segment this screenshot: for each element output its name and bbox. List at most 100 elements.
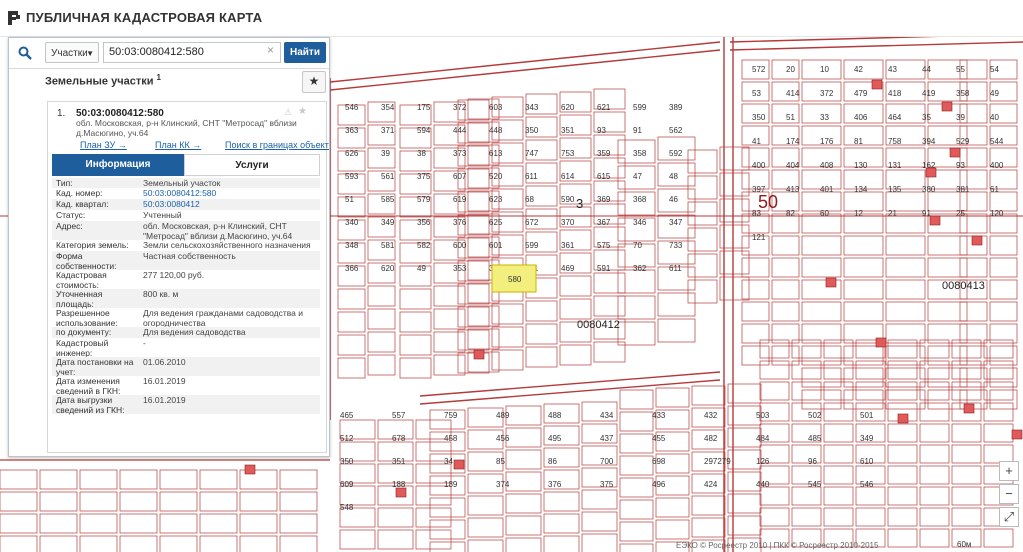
- parcel-label[interactable]: 433: [652, 411, 666, 420]
- parcel-label[interactable]: 593: [345, 172, 359, 181]
- parcel-label[interactable]: 359: [597, 149, 611, 158]
- parcel-label[interactable]: 82: [786, 209, 795, 218]
- parcel-label[interactable]: 380: [922, 185, 936, 194]
- parcel-label[interactable]: 348: [345, 241, 359, 250]
- parcel-label[interactable]: 575: [597, 241, 611, 250]
- parcel-label[interactable]: 34: [444, 457, 453, 466]
- attribute-value[interactable]: 50:03:0080412: [143, 199, 319, 210]
- parcel-label[interactable]: 759: [444, 411, 458, 420]
- parcel-label[interactable]: 485: [808, 434, 822, 443]
- parcel-label[interactable]: 370: [561, 218, 575, 227]
- parcel-label[interactable]: 594: [417, 126, 431, 135]
- parcel-label[interactable]: 375: [417, 172, 431, 181]
- parcel-label[interactable]: 503: [756, 411, 770, 420]
- parcel-label[interactable]: 561: [381, 172, 395, 181]
- parcel-label[interactable]: 70: [633, 241, 642, 250]
- parcel-label[interactable]: 758: [888, 137, 902, 146]
- parcel-label[interactable]: 346: [633, 218, 647, 227]
- parcel-label[interactable]: 603: [489, 103, 503, 112]
- parcel-label[interactable]: 46: [669, 195, 678, 204]
- parcel-label[interactable]: 375: [600, 480, 614, 489]
- parcel-label[interactable]: 93: [956, 161, 965, 170]
- parcel-label[interactable]: 121: [752, 233, 766, 242]
- tab-services[interactable]: Услуги: [184, 154, 320, 176]
- parcel-label[interactable]: 68: [525, 195, 534, 204]
- parcel-label[interactable]: 134: [854, 185, 868, 194]
- parcel-label[interactable]: 40: [990, 113, 999, 122]
- parcel-label[interactable]: 545: [808, 480, 822, 489]
- parcel-label[interactable]: 49: [417, 264, 426, 273]
- zoom-in-button[interactable]: +: [999, 461, 1019, 481]
- parcel-label[interactable]: 590: [561, 195, 575, 204]
- parcel-label[interactable]: 376: [453, 218, 467, 227]
- parcel-label[interactable]: 400: [990, 161, 1004, 170]
- parcel-label[interactable]: 479: [854, 89, 868, 98]
- parcel-label[interactable]: 613: [489, 149, 503, 158]
- parcel-label[interactable]: 733: [669, 241, 683, 250]
- parcel-label[interactable]: 419: [922, 89, 936, 98]
- parcel-label[interactable]: 502: [808, 411, 822, 420]
- parcel-label[interactable]: 371: [381, 126, 395, 135]
- parcel-label[interactable]: 354: [381, 103, 395, 112]
- parcel-label[interactable]: 361: [561, 241, 575, 250]
- parcel-label[interactable]: 544: [990, 137, 1004, 146]
- parcel-label[interactable]: 189: [444, 480, 458, 489]
- parcel-label[interactable]: 562: [669, 126, 683, 135]
- parcel-label[interactable]: 469: [561, 264, 575, 273]
- parcel-label[interactable]: 93: [597, 126, 606, 135]
- parcel-label[interactable]: 700: [600, 457, 614, 466]
- parcel-label[interactable]: 162: [922, 161, 936, 170]
- parcel-label[interactable]: 85: [496, 457, 505, 466]
- parcel-label[interactable]: 401: [820, 185, 834, 194]
- parcel-label[interactable]: 546: [860, 480, 874, 489]
- parcel-label[interactable]: 512: [340, 434, 354, 443]
- parcel-label[interactable]: 615: [597, 172, 611, 181]
- parcel-label[interactable]: 343: [525, 103, 539, 112]
- parcel-label[interactable]: 607: [453, 172, 467, 181]
- parcel-label[interactable]: 548: [340, 503, 354, 512]
- parcel-label[interactable]: 585: [381, 195, 395, 204]
- parcel-label[interactable]: 444: [453, 126, 467, 135]
- parcel-label[interactable]: 367: [597, 218, 611, 227]
- parcel-label[interactable]: 579: [417, 195, 431, 204]
- parcel-label[interactable]: 488: [548, 411, 562, 420]
- plan-kk-link[interactable]: План КК →: [155, 140, 201, 150]
- parcel-label[interactable]: 49: [990, 89, 999, 98]
- parcel-label[interactable]: 126: [756, 457, 770, 466]
- parcel-label[interactable]: 611: [669, 264, 682, 273]
- parcel-label[interactable]: 581: [381, 241, 395, 250]
- parcel-label[interactable]: 389: [669, 103, 683, 112]
- parcel-label[interactable]: 39: [381, 149, 390, 158]
- parcel-label[interactable]: 20: [786, 65, 795, 74]
- parcel-label[interactable]: 120: [990, 209, 1004, 218]
- parcel-label[interactable]: 81: [854, 137, 863, 146]
- parcel-label[interactable]: 408: [820, 161, 834, 170]
- parcel-label[interactable]: 51: [345, 195, 354, 204]
- parcel-label[interactable]: 747: [525, 149, 539, 158]
- parcel-label[interactable]: 620: [561, 103, 575, 112]
- search-icon[interactable]: [9, 38, 41, 68]
- parcel-label[interactable]: 366: [345, 264, 359, 273]
- parcel-label[interactable]: 372: [453, 103, 467, 112]
- parcel-label[interactable]: 501: [860, 411, 874, 420]
- parcel-label[interactable]: 381: [956, 185, 970, 194]
- parcel-label[interactable]: 482: [704, 434, 718, 443]
- parcel-label[interactable]: 456: [496, 434, 510, 443]
- parcel-label[interactable]: 358: [633, 149, 647, 158]
- parcel-label[interactable]: 619: [453, 195, 467, 204]
- tab-info[interactable]: Информация: [52, 154, 184, 176]
- parcel-label[interactable]: 418: [888, 89, 902, 98]
- parcel-label[interactable]: 406: [854, 113, 868, 122]
- parcel-label[interactable]: 455: [652, 434, 666, 443]
- parcel-label[interactable]: 600: [453, 241, 467, 250]
- parcel-label[interactable]: 48: [669, 172, 678, 181]
- parcel-label[interactable]: 414: [786, 89, 800, 98]
- parcel-label[interactable]: 623: [489, 195, 503, 204]
- parcel-label[interactable]: 353: [453, 264, 467, 273]
- parcel-label[interactable]: 349: [860, 434, 874, 443]
- parcel-label[interactable]: 609: [340, 480, 354, 489]
- parcel-label[interactable]: 86: [548, 457, 557, 466]
- parcel-label[interactable]: 404: [786, 161, 800, 170]
- parcel-label[interactable]: 297279: [704, 457, 731, 466]
- parcel-label[interactable]: 91: [633, 126, 642, 135]
